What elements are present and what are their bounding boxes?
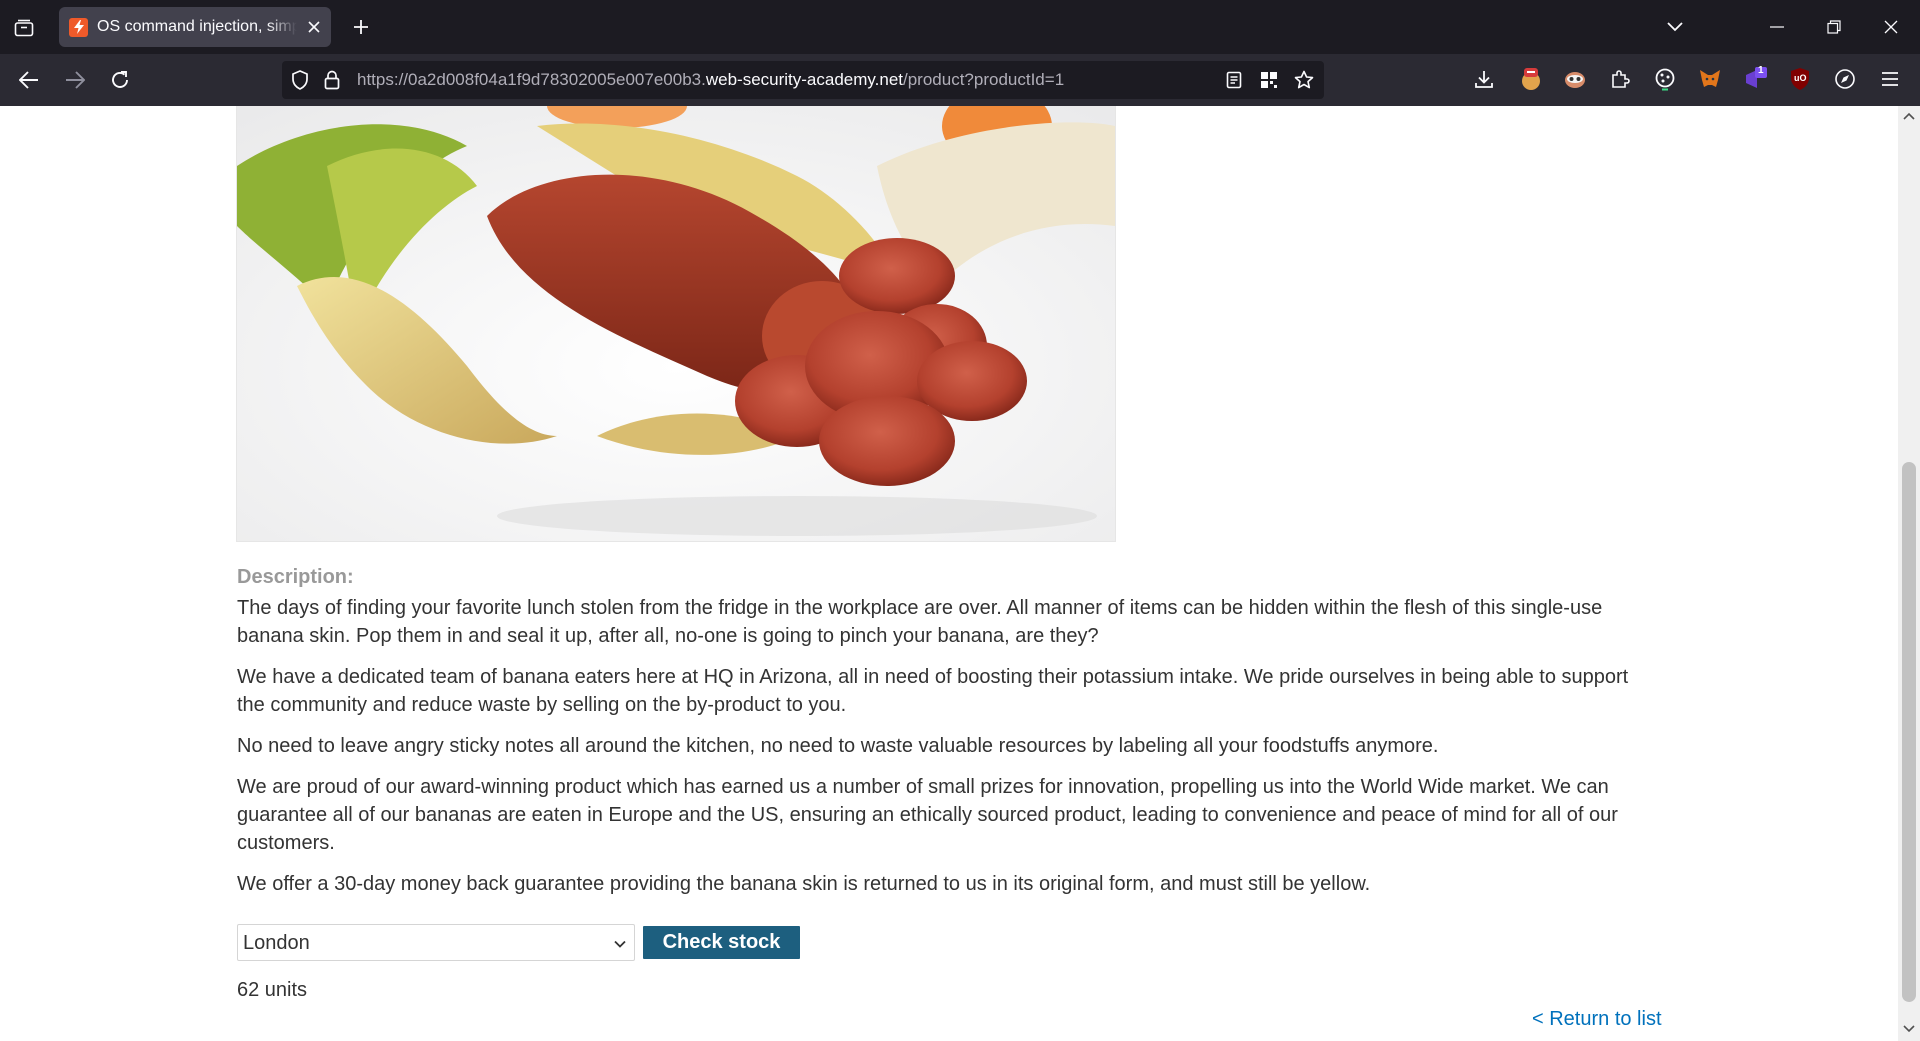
ublock-shield-ext-icon[interactable] — [1518, 66, 1544, 92]
notification-ext-icon[interactable]: 1 — [1743, 65, 1769, 92]
scrollbar-thumb[interactable] — [1902, 462, 1916, 1002]
url-path: /product?productId=1 — [903, 70, 1065, 89]
tracking-shield-icon[interactable] — [290, 70, 310, 90]
scroll-down-icon[interactable] — [1903, 1023, 1915, 1035]
url-text[interactable]: https://0a2d008f04a1f9d78302005e007e00b3… — [357, 70, 1064, 90]
tab-active[interactable]: OS command injection, simple case — [59, 7, 331, 47]
page-viewport: Description: The days of finding your fa… — [0, 106, 1898, 1041]
stock-result: 62 units — [237, 979, 308, 1001]
banana-chorizo-illustration — [237, 106, 1115, 541]
privacy-badger-ext-icon[interactable] — [1562, 66, 1588, 92]
product-image — [236, 106, 1116, 542]
close-window-icon[interactable] — [1876, 12, 1906, 42]
menu-icon[interactable] — [1877, 66, 1903, 92]
reload-icon[interactable] — [104, 64, 136, 96]
new-tab-icon[interactable] — [347, 13, 375, 41]
lightning-icon — [69, 17, 88, 37]
description-paragraph: We have a dedicated team of banana eater… — [237, 666, 1629, 716]
tab-strip: OS command injection, simple case — [0, 0, 1920, 54]
description-label: Description: — [237, 566, 354, 588]
scrollbar[interactable] — [1898, 106, 1920, 1041]
close-tab-icon[interactable] — [303, 16, 325, 38]
lock-icon[interactable] — [322, 70, 342, 90]
url-host: web-security-academy.net — [705, 70, 903, 89]
restore-icon[interactable] — [1819, 12, 1849, 42]
ublock-label: uO — [1794, 73, 1807, 83]
navigation-toolbar: https://0a2d008f04a1f9d78302005e007e00b3… — [0, 54, 1920, 106]
description-body: The days of finding your favorite lunch … — [237, 594, 1657, 911]
tab-title: OS command injection, simple case — [97, 18, 297, 35]
compass-ext-icon[interactable] — [1832, 66, 1858, 92]
forward-icon[interactable] — [59, 64, 91, 96]
chevron-down-icon — [614, 940, 626, 948]
bookmark-star-icon[interactable] — [1294, 70, 1314, 90]
cookie-ext-icon[interactable] — [1652, 66, 1678, 92]
minimize-icon[interactable] — [1762, 12, 1792, 42]
reader-view-icon[interactable] — [1224, 70, 1244, 90]
tab-list-icon[interactable] — [10, 14, 38, 42]
address-bar[interactable]: https://0a2d008f04a1f9d78302005e007e00b3… — [282, 61, 1324, 99]
url-prefix: https://0a2d008f04a1f9d78302005e007e00b3… — [357, 70, 706, 89]
back-icon[interactable] — [13, 64, 45, 96]
ublock-origin-ext-icon[interactable]: uO — [1787, 66, 1813, 92]
description-paragraph: The days of finding your favorite lunch … — [237, 597, 1603, 647]
extensions-puzzle-icon[interactable] — [1607, 66, 1633, 92]
scroll-up-icon[interactable] — [1903, 110, 1915, 122]
description-paragraph: No need to leave angry sticky notes all … — [237, 735, 1439, 757]
browser-chrome: OS command injection, simple case — [0, 0, 1920, 106]
return-to-list-link[interactable]: < Return to list — [1532, 1008, 1662, 1031]
notification-badge: 1 — [1758, 65, 1764, 76]
description-paragraph: We offer a 30-day money back guarantee p… — [237, 873, 1371, 895]
list-all-tabs-icon[interactable] — [1660, 12, 1690, 42]
store-select[interactable]: London — [237, 924, 635, 961]
download-icon[interactable] — [1471, 66, 1497, 92]
metamask-ext-icon[interactable] — [1697, 66, 1723, 92]
qr-code-icon[interactable] — [1259, 70, 1279, 90]
description-paragraph: We are proud of our award-winning produc… — [237, 776, 1618, 854]
store-select-value: London — [243, 932, 310, 954]
check-stock-button[interactable]: Check stock — [643, 926, 800, 959]
